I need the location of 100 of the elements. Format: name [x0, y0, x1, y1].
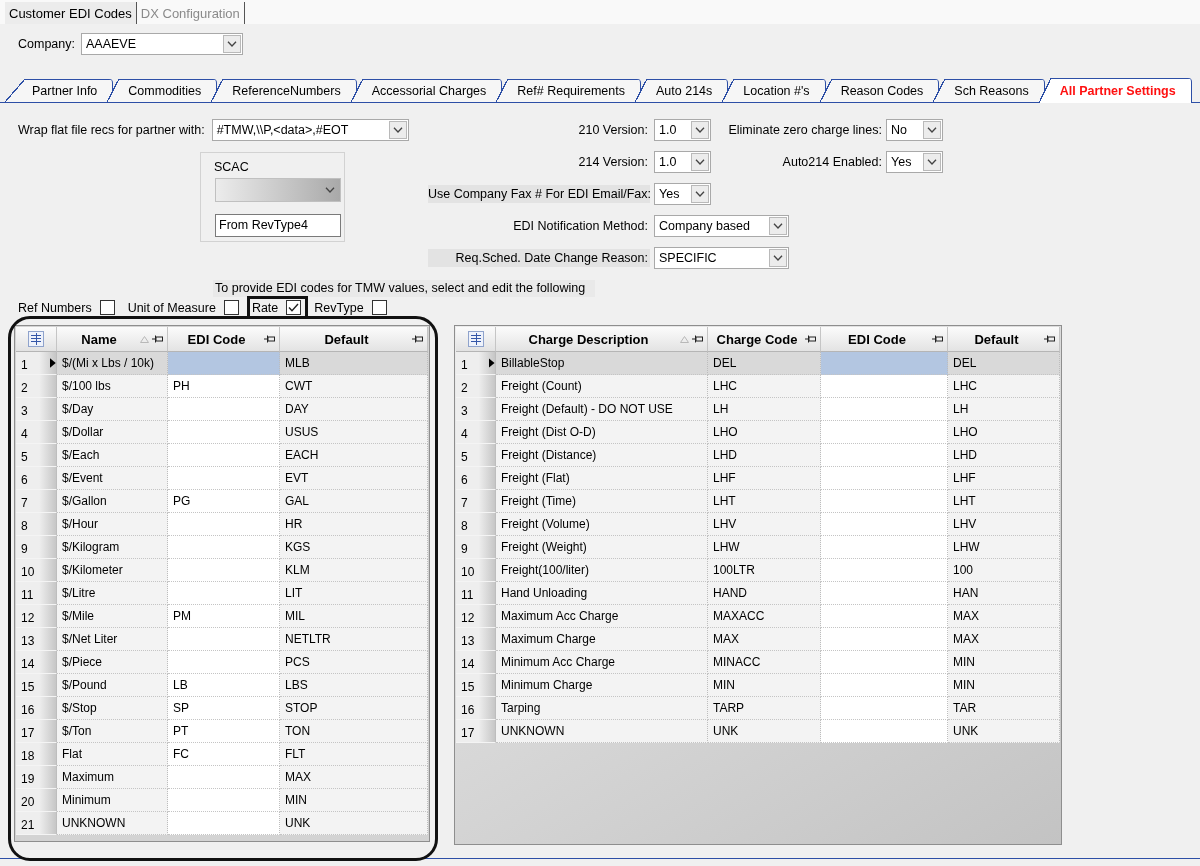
table-cell[interactable]: TAR [948, 697, 1060, 720]
table-cell[interactable]: HAN [948, 582, 1060, 605]
setting-dropdown[interactable]: SPECIFIC [654, 247, 789, 269]
table-cell[interactable]: LHW [708, 536, 821, 559]
table-cell[interactable] [821, 559, 948, 582]
table-cell[interactable]: $/Litre [57, 582, 168, 605]
row-header[interactable]: 10 [16, 559, 57, 582]
setting-dropdown[interactable]: Company based [654, 215, 789, 237]
table-cell[interactable]: MIN [948, 651, 1060, 674]
row-header[interactable]: 4 [456, 421, 496, 444]
row-header[interactable]: 11 [456, 582, 496, 605]
table-cell[interactable]: Flat [57, 743, 168, 766]
table-cell[interactable]: LHT [948, 490, 1060, 513]
table-cell[interactable]: PM [168, 605, 280, 628]
table-cell[interactable]: SP [168, 697, 280, 720]
column-header[interactable]: Charge Description [496, 327, 708, 352]
tab[interactable]: All Partner Settings [1038, 78, 1192, 103]
table-cell[interactable] [821, 398, 948, 421]
table-cell[interactable]: EVT [280, 467, 428, 490]
pin-icon[interactable] [412, 335, 423, 343]
row-header[interactable]: 20 [16, 789, 57, 812]
setting-dropdown[interactable]: 1.0 [654, 151, 711, 173]
table-cell[interactable]: FC [168, 743, 280, 766]
dropdown-button[interactable] [691, 121, 709, 139]
table-cell[interactable]: Maximum Charge [496, 628, 708, 651]
row-header[interactable]: 7 [456, 490, 496, 513]
table-cell[interactable]: UNK [948, 720, 1060, 743]
table-cell[interactable] [821, 513, 948, 536]
table-cell[interactable]: LHW [948, 536, 1060, 559]
text-field[interactable]: From RevType4 [215, 214, 341, 237]
table-cell[interactable]: UNK [280, 812, 428, 835]
table-cell[interactable]: MINACC [708, 651, 821, 674]
table-cell[interactable]: KLM [280, 559, 428, 582]
row-header[interactable]: 6 [16, 467, 57, 490]
table-cell[interactable] [821, 444, 948, 467]
table-cell[interactable]: LHC [948, 375, 1060, 398]
pin-icon[interactable] [1044, 335, 1055, 343]
table-cell[interactable]: STOP [280, 697, 428, 720]
table-cell[interactable]: Freight (Default) - DO NOT USE [496, 398, 708, 421]
table-cell[interactable]: Maximum Acc Charge [496, 605, 708, 628]
row-header[interactable]: 17 [456, 720, 496, 743]
column-header[interactable]: Default [280, 327, 428, 352]
table-cell[interactable] [168, 513, 280, 536]
table-cell[interactable]: LH [948, 398, 1060, 421]
row-header[interactable]: 8 [16, 513, 57, 536]
table-cell[interactable] [821, 375, 948, 398]
table-cell[interactable] [168, 421, 280, 444]
table-cell[interactable] [168, 398, 280, 421]
column-header[interactable]: EDI Code [168, 327, 280, 352]
table-cell[interactable] [168, 582, 280, 605]
row-header[interactable]: 14 [456, 651, 496, 674]
dropdown-button[interactable] [923, 153, 941, 171]
table-cell[interactable]: $/100 lbs [57, 375, 168, 398]
row-header[interactable]: 9 [456, 536, 496, 559]
pin-icon[interactable] [152, 335, 163, 343]
table-cell[interactable]: LHV [708, 513, 821, 536]
row-header[interactable]: 6 [456, 467, 496, 490]
table-cell[interactable] [168, 628, 280, 651]
dropdown-button[interactable] [923, 121, 941, 139]
table-cell[interactable]: LHV [948, 513, 1060, 536]
table-cell[interactable]: LB [168, 674, 280, 697]
table-cell[interactable]: 100 [948, 559, 1060, 582]
row-header[interactable]: 2 [456, 375, 496, 398]
table-cell[interactable]: Hand Unloading [496, 582, 708, 605]
table-cell[interactable]: MLB [280, 352, 428, 375]
table-cell[interactable]: Freight (Count) [496, 375, 708, 398]
table-cell[interactable]: MIN [948, 674, 1060, 697]
table-cell[interactable]: PH [168, 375, 280, 398]
row-header[interactable]: 12 [16, 605, 57, 628]
table-cell[interactable]: DEL [948, 352, 1060, 375]
table-cell[interactable]: FLT [280, 743, 428, 766]
table-cell[interactable] [821, 674, 948, 697]
table-cell[interactable]: MIN [708, 674, 821, 697]
table-cell[interactable]: LHD [948, 444, 1060, 467]
column-chooser-button[interactable] [16, 327, 57, 352]
table-cell[interactable]: Freight (Volume) [496, 513, 708, 536]
row-header[interactable]: 2 [16, 375, 57, 398]
row-header[interactable]: 1 [16, 352, 57, 375]
table-cell[interactable]: Freight (Dist O-D) [496, 421, 708, 444]
table-cell[interactable]: $/Net Liter [57, 628, 168, 651]
table-cell[interactable]: LHO [948, 421, 1060, 444]
table-cell[interactable]: LIT [280, 582, 428, 605]
table-cell[interactable]: Minimum Charge [496, 674, 708, 697]
table-cell[interactable] [821, 490, 948, 513]
table-cell[interactable] [821, 720, 948, 743]
table-cell[interactable]: DEL [708, 352, 821, 375]
row-header[interactable]: 17 [16, 720, 57, 743]
row-header[interactable]: 16 [456, 697, 496, 720]
table-cell[interactable]: $/Mile [57, 605, 168, 628]
row-header[interactable]: 10 [456, 559, 496, 582]
dropdown-button[interactable] [388, 121, 407, 139]
row-header[interactable]: 15 [16, 674, 57, 697]
table-cell[interactable] [821, 628, 948, 651]
pin-icon[interactable] [932, 335, 943, 343]
row-header[interactable]: 15 [456, 674, 496, 697]
table-cell[interactable]: $/Pound [57, 674, 168, 697]
row-header[interactable]: 3 [16, 398, 57, 421]
table-cell[interactable]: $/Ton [57, 720, 168, 743]
table-cell[interactable]: TON [280, 720, 428, 743]
table-cell[interactable]: 100LTR [708, 559, 821, 582]
